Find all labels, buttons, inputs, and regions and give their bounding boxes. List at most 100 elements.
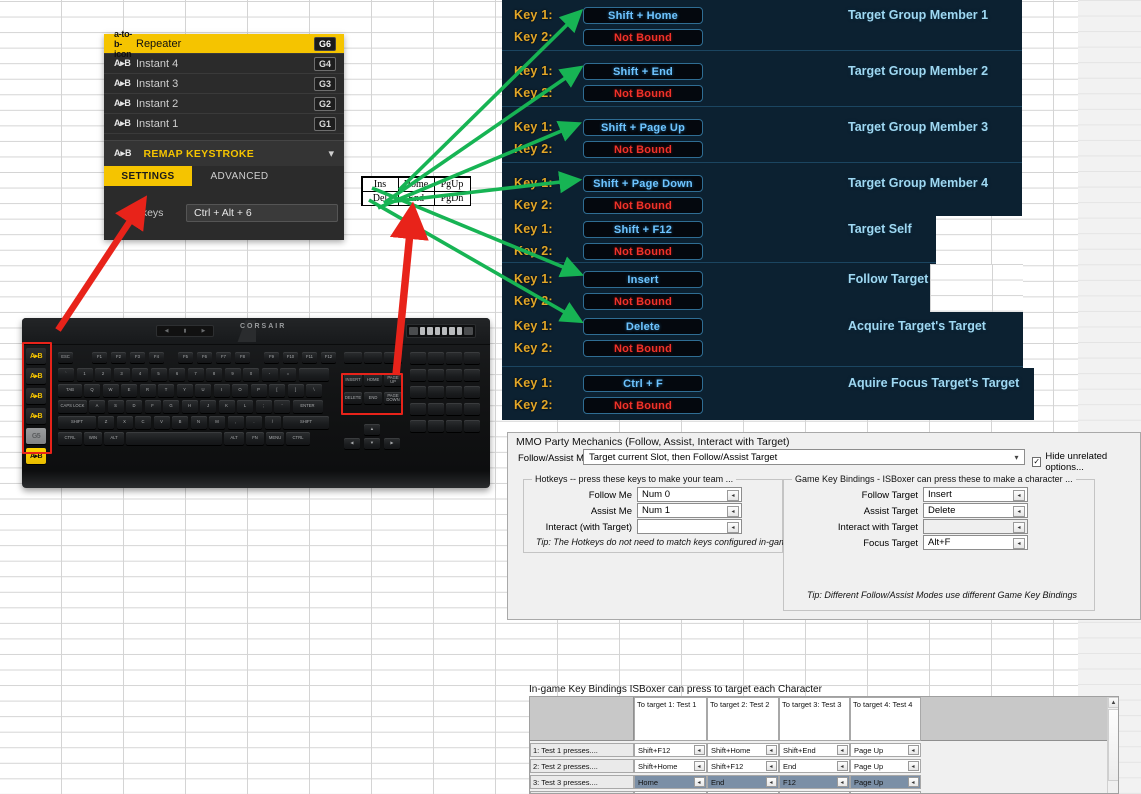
key-f4[interactable]: F4: [149, 352, 164, 363]
type-keys-input[interactable]: Ctrl + Alt + 6: [186, 204, 338, 222]
key-num-2[interactable]: 2: [95, 368, 111, 381]
key-num-9[interactable]: 9: [224, 368, 241, 381]
key2-field[interactable]: Not Bound: [583, 397, 703, 414]
key-X[interactable]: X: [116, 416, 133, 429]
key1-field[interactable]: Shift + End: [583, 63, 703, 80]
cue-profile-row-instant-3[interactable]: A▸B Instant 3 G3: [104, 74, 344, 94]
key-lshift[interactable]: SHIFT: [58, 416, 96, 429]
follow-me-field[interactable]: Num 0 ◂: [637, 487, 742, 502]
key-f6[interactable]: F6: [197, 352, 212, 363]
binding-row-target-group-member-1[interactable]: Key 1: Key 2: Shift + Home Not Bound Tar…: [502, 0, 1022, 56]
key-\[interactable]: \: [306, 384, 322, 397]
key-][interactable]: ]: [287, 384, 304, 397]
binding-row-target-group-member-4[interactable]: Key 1: Key 2: Shift + Page Down Not Boun…: [502, 168, 1022, 216]
hide-unrelated-options-checkbox[interactable]: ✓ Hide unrelated options...: [1032, 451, 1140, 473]
key-Z[interactable]: Z: [98, 416, 114, 429]
key-home[interactable]: HOME: [364, 374, 382, 386]
table-cell-r2c4[interactable]: Page Up ◂: [850, 759, 921, 773]
scrollbar-thumb[interactable]: [1108, 709, 1118, 781]
key-picker-icon[interactable]: ◂: [693, 745, 705, 755]
key-W[interactable]: W: [102, 384, 119, 397]
numpad-key[interactable]: [464, 386, 480, 398]
key-E[interactable]: E: [121, 384, 137, 397]
binding-row-acquire-targets-target[interactable]: Key 1: Key 2: Delete Not Bound Acquire T…: [502, 312, 1023, 367]
key-G[interactable]: G: [163, 400, 179, 413]
key2-field[interactable]: Not Bound: [583, 243, 703, 260]
checkbox-checked-icon[interactable]: ✓: [1032, 457, 1042, 467]
key1-field[interactable]: Shift + Page Down: [583, 175, 703, 192]
numpad-key[interactable]: [410, 369, 426, 381]
key-tab[interactable]: TAB: [58, 384, 82, 397]
key-picker-icon[interactable]: ◂: [765, 745, 777, 755]
cue-profile-row-instant-2[interactable]: A▸B Instant 2 G2: [104, 94, 344, 114]
numpad-key[interactable]: [410, 403, 426, 415]
cue-profile-row-instant-1[interactable]: A▸B Instant 1 G1: [104, 114, 344, 134]
key2-field[interactable]: Not Bound: [583, 197, 703, 214]
key-B[interactable]: B: [172, 416, 188, 429]
key-,[interactable]: ,: [227, 416, 244, 429]
key-;[interactable]: ;: [255, 400, 272, 413]
table-cell-r1c4[interactable]: Page Up ◂: [850, 743, 921, 757]
row-header-1[interactable]: 1: Test 1 presses....: [530, 743, 634, 757]
key-D[interactable]: D: [126, 400, 142, 413]
numpad-key[interactable]: [428, 369, 444, 381]
key-arrow-up[interactable]: ▲: [364, 424, 380, 435]
table-cell-r1c1[interactable]: Shift+F12 ◂: [634, 743, 707, 757]
cue-profile-row-repeater[interactable]: a-to-b-icon Repeater G6: [104, 29, 344, 59]
key-num-6[interactable]: 6: [169, 368, 185, 381]
assist-me-field[interactable]: Num 1 ◂: [637, 503, 742, 518]
cue-profile-row-instant-4[interactable]: A▸B Instant 4 G4: [104, 54, 344, 74]
interact-with-target-gk-field[interactable]: ◂: [923, 519, 1028, 534]
ingame-key-bindings-table[interactable]: To target 1: Test 1 To target 2: Test 2 …: [529, 696, 1119, 794]
key-num-3[interactable]: 3: [113, 368, 130, 381]
key-picker-icon[interactable]: ◂: [765, 761, 777, 771]
key-.[interactable]: .: [246, 416, 262, 429]
key-printscreen[interactable]: [344, 352, 362, 363]
key-picker-icon[interactable]: ◂: [836, 761, 848, 771]
key-insert[interactable]: INSERT: [344, 374, 362, 386]
key-M[interactable]: M: [209, 416, 225, 429]
table-vertical-scrollbar[interactable]: ▲: [1107, 697, 1118, 793]
remap-keystroke-header[interactable]: A▸B REMAP KEYSTROKE ▾: [104, 140, 344, 166]
key-num-1[interactable]: 1: [76, 368, 93, 381]
keyboard-gkey-column[interactable]: A▸B A▸B A▸B A▸B G5 A▸B: [26, 348, 48, 468]
key-esc[interactable]: ESC: [58, 352, 73, 363]
numpad-key[interactable]: [428, 386, 444, 398]
key-J[interactable]: J: [200, 400, 216, 413]
follow-target-field[interactable]: Insert ◂: [923, 487, 1028, 502]
tab-advanced[interactable]: ADVANCED: [192, 166, 287, 186]
table-cell-r2c3[interactable]: End ◂: [779, 759, 850, 773]
key2-field[interactable]: Not Bound: [583, 29, 703, 46]
key-page-down[interactable]: PAGE DOWN: [384, 392, 402, 404]
key2-field[interactable]: Not Bound: [583, 85, 703, 102]
numpad-key[interactable]: [446, 352, 462, 364]
key-arrow-down[interactable]: ▼: [364, 438, 380, 449]
key-Y[interactable]: Y: [176, 384, 193, 397]
key-arrow-right[interactable]: ▶: [384, 438, 400, 449]
key2-field[interactable]: Not Bound: [583, 141, 703, 158]
key-num-12[interactable]: =: [280, 368, 296, 381]
key-enter[interactable]: ENTER: [292, 400, 323, 413]
key-lctrl[interactable]: CTRL: [58, 432, 82, 445]
key-win[interactable]: WIN: [84, 432, 102, 445]
gkey-macro-6[interactable]: A▸B: [26, 448, 46, 464]
key-pause[interactable]: [384, 352, 402, 363]
gkey-macro-1[interactable]: A▸B: [26, 348, 46, 364]
gkey-macro-5[interactable]: G5: [26, 428, 46, 444]
key-picker-icon[interactable]: ◂: [727, 489, 739, 501]
key-K[interactable]: K: [218, 400, 235, 413]
key-[[interactable]: [: [269, 384, 285, 397]
key-picker-icon[interactable]: ◂: [907, 777, 919, 787]
key-N[interactable]: N: [190, 416, 207, 429]
binding-row-aquire-focus-targets-target[interactable]: Key 1: Key 2: Ctrl + F Not Bound Aquire …: [502, 368, 1034, 420]
key-f8[interactable]: F8: [235, 352, 250, 363]
focus-target-field[interactable]: Alt+F ◂: [923, 535, 1028, 550]
key-page-up[interactable]: PAGE UP: [384, 374, 402, 386]
key-ralt[interactable]: ALT: [224, 432, 244, 445]
numpad-key[interactable]: [446, 386, 462, 398]
numpad-key[interactable]: [446, 403, 462, 415]
key-O[interactable]: O: [232, 384, 248, 397]
type-keys-field-row[interactable]: ype keys Ctrl + Alt + 6: [104, 204, 344, 222]
numpad-key[interactable]: [464, 403, 480, 415]
key-'[interactable]: ': [274, 400, 290, 413]
